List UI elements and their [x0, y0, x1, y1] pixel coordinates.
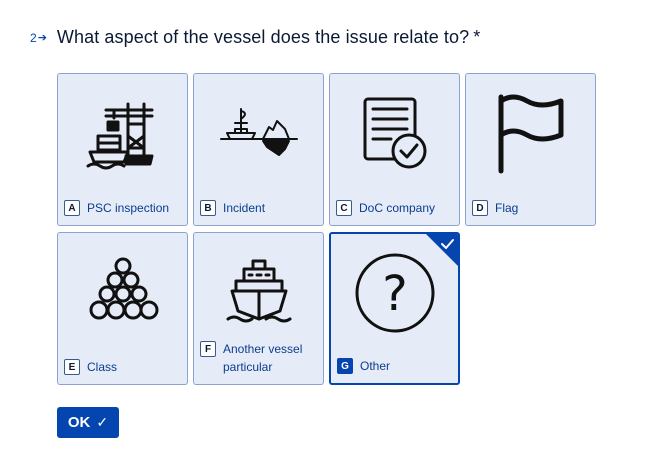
option-label: Flag — [495, 201, 519, 215]
option-key: C — [336, 200, 352, 216]
question-text: What aspect of the vessel does the issue… — [56, 27, 470, 47]
option-flag[interactable]: D Flag — [465, 73, 596, 226]
question-header: 2 ➔ What aspect of the vessel does the is… — [30, 27, 480, 48]
arrow-right-icon: ➔ — [37, 32, 47, 44]
option-incident[interactable]: B Incident — [193, 73, 324, 226]
option-class[interactable]: E Class — [57, 232, 188, 385]
ok-label: OK — [67, 414, 91, 431]
option-key: A — [64, 200, 80, 216]
option-label: PSC inspection — [87, 201, 170, 215]
option-key: G — [337, 358, 353, 374]
option-label: DoC company — [359, 201, 436, 215]
check-icon: ✓ — [96, 414, 109, 430]
required-mark: * — [473, 27, 481, 47]
certificate-check-icon — [330, 74, 459, 192]
option-label: Class — [87, 360, 118, 374]
option-label: Other — [360, 359, 391, 373]
option-another-vessel-particular[interactable]: F Another vessel particular — [193, 232, 324, 385]
port-crane-ship-icon — [58, 74, 187, 192]
option-other[interactable]: ? G Other — [329, 232, 460, 385]
question-number: 2 ➔ — [30, 30, 47, 45]
ship-front-icon — [194, 233, 323, 351]
option-key: F — [200, 341, 216, 357]
option-label: Incident — [223, 201, 266, 215]
option-key: E — [64, 359, 80, 375]
option-key: D — [472, 200, 488, 216]
svg-text:?: ? — [382, 266, 407, 322]
ok-button[interactable]: OK ✓ — [57, 407, 119, 438]
option-psc-inspection[interactable]: A PSC inspection — [57, 73, 188, 226]
option-doc-company[interactable]: C DoC company — [329, 73, 460, 226]
class-pyramid-icon — [58, 233, 187, 351]
option-key: B — [200, 200, 216, 216]
flag-icon — [466, 74, 595, 192]
question-circle-icon: ? — [331, 234, 458, 352]
option-label: Another vessel particular — [223, 342, 303, 374]
ship-iceberg-icon — [194, 74, 323, 192]
